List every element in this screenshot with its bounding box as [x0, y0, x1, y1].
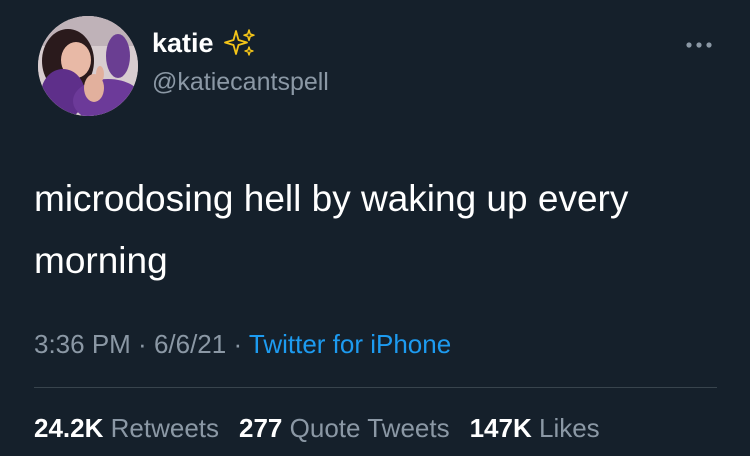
- avatar[interactable]: [38, 16, 138, 116]
- likes-count: 147K: [469, 413, 532, 443]
- divider: [34, 387, 717, 388]
- retweets-count: 24.2K: [34, 413, 104, 443]
- display-name[interactable]: katie: [152, 29, 214, 57]
- tweet-source-link[interactable]: Twitter for iPhone: [249, 329, 451, 359]
- quote-tweets-stat[interactable]: 277 Quote Tweets: [239, 415, 450, 441]
- tweet-text: microdosing hell by waking up every morn…: [34, 178, 629, 281]
- tweet-date[interactable]: 6/6/21: [154, 329, 226, 359]
- tweet-time[interactable]: 3:36 PM: [34, 329, 131, 359]
- tweet-meta: 3:36 PM · 6/6/21 · Twitter for iPhone: [34, 331, 451, 357]
- meta-separator: ·: [130, 329, 154, 359]
- user-handle[interactable]: @katiecantspell: [152, 70, 329, 95]
- avatar-photo: [38, 16, 138, 116]
- display-name-row: katie: [152, 28, 256, 58]
- retweets-label: Retweets: [110, 413, 220, 443]
- meta-separator: ·: [226, 329, 249, 359]
- more-horizontal-icon[interactable]: [683, 38, 715, 52]
- tweet-stats: 24.2K Retweets 277 Quote Tweets 147K Lik…: [34, 415, 600, 441]
- likes-stat[interactable]: 147K Likes: [470, 415, 600, 441]
- sparkles-icon: [222, 28, 256, 58]
- retweets-stat[interactable]: 24.2K Retweets: [34, 415, 219, 441]
- tweet-card: katie @katiecantspell microdosing hell b…: [0, 0, 750, 456]
- quote-tweets-label: Quote Tweets: [289, 413, 450, 443]
- quote-tweets-count: 277: [239, 413, 283, 443]
- likes-label: Likes: [538, 413, 600, 443]
